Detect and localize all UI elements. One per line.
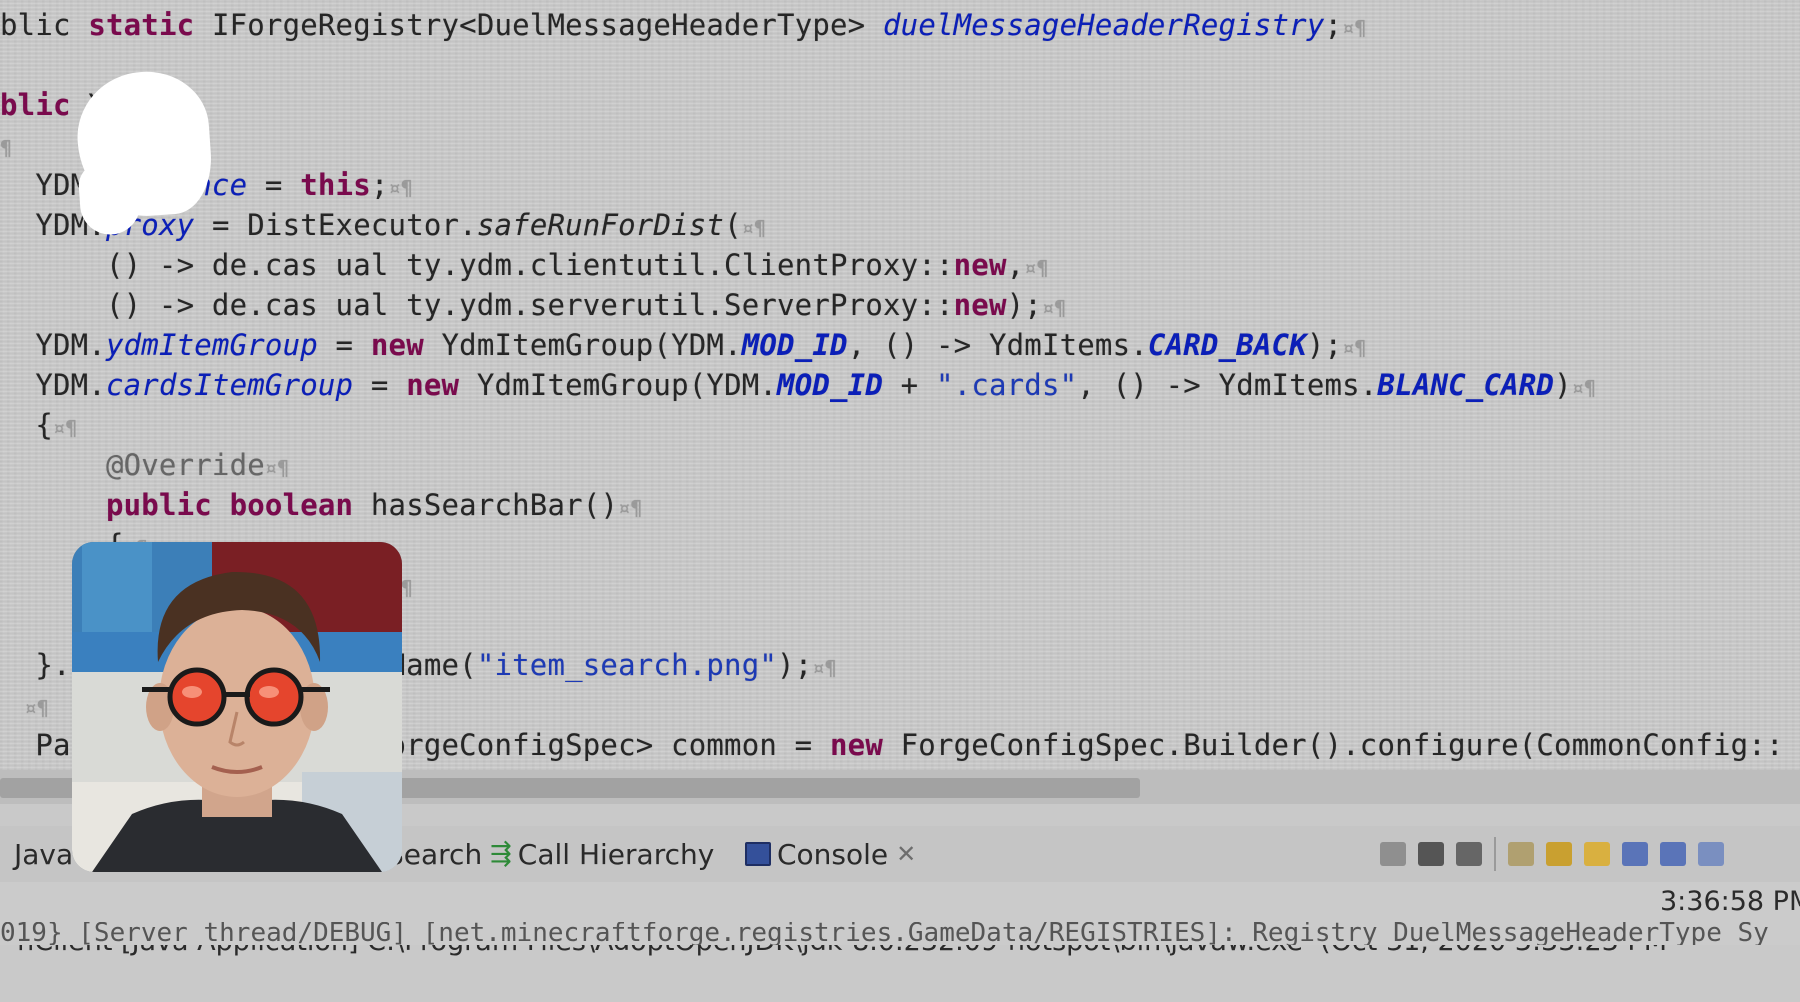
code-token: "item_search.png" bbox=[476, 648, 778, 682]
code-line: ¤¶ bbox=[0, 688, 49, 725]
call-hierarchy-icon: ⇶ bbox=[490, 839, 512, 869]
remove-launch-icon[interactable] bbox=[1418, 842, 1444, 866]
code-line: () -> de.cas ual ty.ydm.clientutil.Clien… bbox=[0, 248, 1049, 285]
code-token: = DistExecutor. bbox=[194, 208, 477, 242]
code-token: ( bbox=[724, 208, 742, 242]
code-token: ); bbox=[1306, 328, 1343, 362]
code-line: public boolean hasSearchBar()¤¶ bbox=[0, 488, 643, 525]
display-selected-console-icon[interactable] bbox=[1622, 842, 1648, 866]
code-token: ydmItemGroup bbox=[105, 328, 318, 362]
code-token: ¤¶ bbox=[1342, 336, 1367, 360]
code-token: cardsItemGroup bbox=[105, 368, 354, 402]
code-token: this bbox=[300, 168, 371, 202]
code-token: new bbox=[953, 248, 1007, 282]
code-token: hasSearchBar() bbox=[370, 488, 619, 522]
code-token: ¤¶ bbox=[264, 456, 290, 480]
tab-label: Call Hierarchy bbox=[517, 837, 715, 871]
code-token: YdmItemGroup(YDM. bbox=[423, 328, 742, 362]
word-wrap-icon[interactable] bbox=[1546, 842, 1572, 866]
code-line: {¤¶ bbox=[0, 408, 77, 445]
close-icon[interactable]: ✕ bbox=[896, 840, 916, 868]
code-token: ¤¶ bbox=[618, 496, 643, 520]
code-token: public boolean bbox=[105, 488, 371, 522]
pin-console-icon[interactable] bbox=[1584, 842, 1610, 866]
code-token: ¤¶ bbox=[52, 416, 78, 440]
avatar-photo bbox=[72, 542, 402, 872]
code-token: new bbox=[830, 728, 883, 762]
scroll-lock-icon[interactable] bbox=[1508, 842, 1534, 866]
code-token: = bbox=[353, 368, 407, 402]
code-token: ¤¶ bbox=[1342, 16, 1367, 40]
code-token: ¤¶ bbox=[388, 176, 414, 200]
code-token: new bbox=[370, 328, 424, 362]
code-token: ¤¶ bbox=[1571, 376, 1597, 400]
code-token: ) bbox=[1554, 368, 1572, 402]
tab-label: Console bbox=[777, 837, 889, 871]
code-token: ¤¶ bbox=[1041, 296, 1067, 320]
code-token: ; bbox=[370, 168, 389, 202]
code-token: MOD_ID bbox=[741, 328, 848, 362]
toolbar-separator bbox=[1494, 837, 1496, 871]
code-line: @Override¤¶ bbox=[0, 448, 289, 485]
code-token: ¤¶ bbox=[0, 696, 49, 720]
remove-all-launches-icon[interactable] bbox=[1456, 842, 1482, 866]
code-token: ".cards" bbox=[936, 368, 1078, 402]
code-token: MOD_ID bbox=[777, 368, 884, 402]
code-token: ); bbox=[1006, 288, 1042, 322]
code-line: () -> de.cas ual ty.ydm.serverutil.Serve… bbox=[0, 288, 1066, 325]
code-token: () -> de.cas ual ty.ydm.clientutil.Clien… bbox=[0, 248, 954, 282]
code-token: , () -> YdmItems. bbox=[847, 328, 1148, 362]
code-token: { bbox=[0, 408, 53, 442]
clear-console-icon[interactable] bbox=[1380, 842, 1406, 866]
code-token: static bbox=[88, 8, 212, 42]
code-token: ; bbox=[1324, 8, 1343, 42]
code-line: YDM.cardsItemGroup = new YdmItemGroup(YD… bbox=[0, 368, 1596, 405]
code-token: ¤¶ bbox=[1024, 256, 1049, 280]
tab-console[interactable]: Console ✕ bbox=[745, 836, 916, 872]
code-token: , bbox=[1006, 248, 1025, 282]
tab-call-hierarchy[interactable]: ⇶ Call Hierarchy bbox=[490, 836, 714, 872]
code-line: YDM.ydmItemGroup = new YdmItemGroup(YDM.… bbox=[0, 328, 1367, 365]
code-token: new bbox=[406, 368, 460, 402]
code-token: ¤¶ bbox=[812, 656, 837, 680]
console-toolbar bbox=[1370, 826, 1800, 882]
code-token: safeRunForDist bbox=[476, 208, 725, 242]
code-token: blic bbox=[0, 8, 89, 42]
code-token: @Override bbox=[0, 448, 265, 482]
console-launch-info: nClient [Java Application] C:\Program Fi… bbox=[0, 882, 1800, 957]
code-token: () -> de.cas ual ty.ydm.serverutil.Serve… bbox=[0, 288, 954, 322]
code-line: blic static IForgeRegistry<DuelMessageHe… bbox=[0, 8, 1367, 45]
code-token: IForgeRegistry<DuelMessageHeaderType> bbox=[211, 8, 883, 42]
code-token: YdmItemGroup(YDM. bbox=[459, 368, 778, 402]
open-console-icon[interactable] bbox=[1660, 842, 1686, 866]
avatar bbox=[72, 542, 402, 872]
code-token: YDM. bbox=[0, 368, 106, 402]
code-token: CARD_BACK bbox=[1147, 328, 1307, 362]
code-token: ForgeConfigSpec.Builder().configure(Comm… bbox=[882, 728, 1784, 762]
code-token: duelMessageHeaderRegistry bbox=[883, 8, 1325, 42]
code-token: = bbox=[317, 328, 371, 362]
code-token: ¤¶ bbox=[741, 216, 767, 240]
code-token: ); bbox=[777, 648, 813, 682]
code-token: , () -> YdmItems. bbox=[1077, 368, 1378, 402]
code-token: + bbox=[883, 368, 936, 402]
code-token: = bbox=[247, 168, 301, 202]
code-token: new bbox=[953, 288, 1007, 322]
console-end-time: 3:36:58 PM bbox=[1660, 886, 1800, 917]
minimize-view-icon[interactable] bbox=[1698, 842, 1724, 866]
code-line: ¶ bbox=[0, 128, 12, 165]
console-output-line: 019} [Server thread/DEBUG] [net.minecraf… bbox=[0, 922, 1800, 945]
code-token: blic bbox=[0, 88, 89, 122]
console-icon bbox=[745, 842, 771, 866]
code-token: BLANC_CARD bbox=[1377, 368, 1555, 402]
code-token: ¶ bbox=[0, 136, 13, 160]
code-token: YDM. bbox=[0, 328, 106, 362]
